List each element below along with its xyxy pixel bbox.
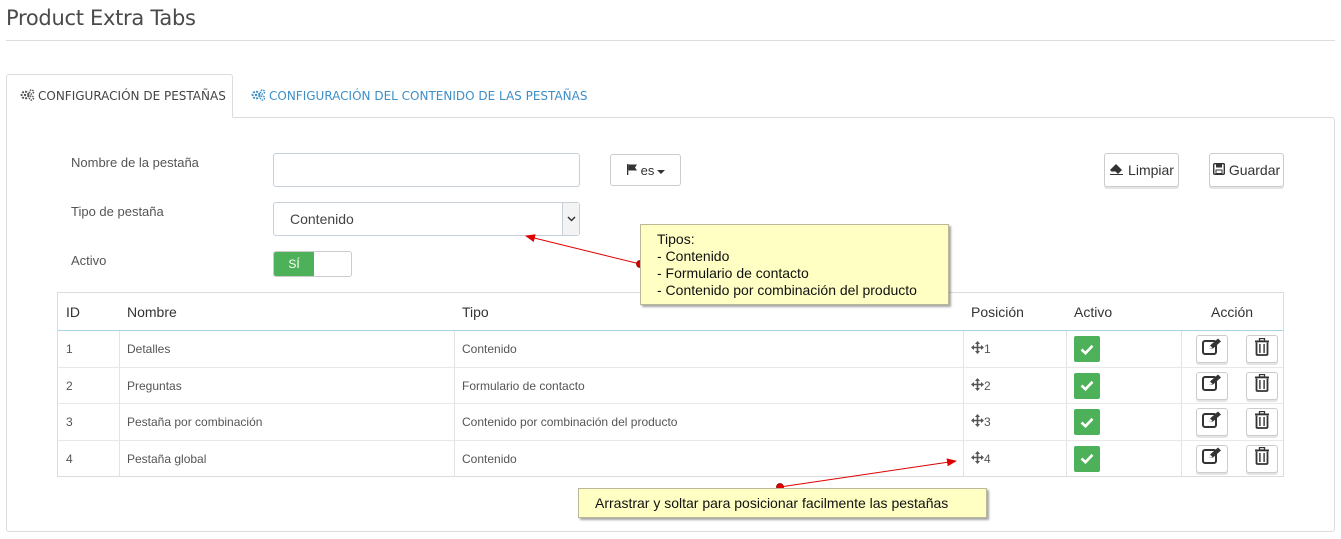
row-name: Preguntas — [127, 378, 182, 393]
row-position[interactable]: 2 — [971, 368, 991, 404]
header-action: Acción — [1211, 304, 1254, 320]
row-type: Contenido — [462, 342, 517, 356]
row-type: Contenido — [462, 451, 517, 466]
delete-button[interactable] — [1246, 444, 1278, 473]
row-position-value: 1 — [984, 342, 991, 356]
header-type: Tipo — [462, 304, 489, 320]
row-position[interactable]: 1 — [971, 331, 991, 367]
header-name: Nombre — [127, 304, 177, 320]
check-icon[interactable] — [1074, 445, 1100, 472]
flag-icon — [626, 163, 638, 178]
row-active[interactable] — [1074, 368, 1100, 404]
active-label: Activo — [71, 253, 107, 268]
check-icon[interactable] — [1074, 336, 1100, 362]
delete-button[interactable] — [1246, 335, 1278, 363]
note-line: Tipos: — [657, 231, 695, 247]
check-icon[interactable] — [1074, 409, 1100, 435]
tab-tab-configuration[interactable]: CONFIGURACIÓN DE PESTAÑAS — [6, 74, 233, 118]
edit-button[interactable] — [1196, 408, 1228, 436]
row-position[interactable]: 4 — [971, 441, 991, 477]
row-type: Contenido por combinación del producto — [462, 415, 678, 429]
row-name: Pestaña global — [127, 451, 207, 466]
table-row[interactable]: 3 Pestaña por combinación Contenido por … — [58, 404, 1283, 441]
language-dropdown-button[interactable]: es — [610, 154, 681, 186]
title-divider — [6, 40, 1335, 41]
row-active[interactable] — [1074, 404, 1100, 440]
note-line: - Contenido — [657, 248, 730, 264]
clear-button-label: Limpiar — [1128, 162, 1174, 178]
row-active[interactable] — [1074, 441, 1100, 477]
trash-icon — [1254, 410, 1270, 434]
tab-label: CONFIGURACIÓN DE PESTAÑAS — [38, 89, 226, 103]
page-title: Product Extra Tabs — [6, 6, 196, 30]
row-name: Pestaña por combinación — [127, 415, 263, 429]
move-icon[interactable] — [971, 341, 984, 357]
caret-down-icon — [657, 163, 666, 178]
table-row[interactable]: 4 Pestaña global Contenido 4 — [58, 441, 1283, 478]
gears-icon — [251, 88, 266, 104]
edit-button[interactable] — [1196, 444, 1228, 473]
language-code: es — [640, 162, 655, 178]
check-icon[interactable] — [1074, 372, 1100, 399]
tab-type-selected-value: Contenido — [290, 211, 354, 227]
row-id: 4 — [66, 451, 73, 466]
row-name: Detalles — [127, 342, 171, 356]
table-row[interactable]: 2 Preguntas Formulario de contacto 2 — [58, 368, 1283, 404]
row-position-value: 3 — [984, 415, 991, 429]
note-line: - Contenido por combinación del producto — [657, 282, 917, 298]
tab-bar: CONFIGURACIÓN DE PESTAÑAS CONFIGURACIÓN … — [6, 74, 1335, 118]
move-icon[interactable] — [971, 450, 984, 467]
note-line: - Formulario de contacto — [657, 265, 809, 281]
trash-icon — [1254, 373, 1270, 397]
move-icon[interactable] — [971, 414, 984, 430]
eraser-icon — [1109, 162, 1124, 178]
drag-annotation-note: Arrastrar y soltar para posicionar facil… — [578, 488, 987, 518]
tab-name-label: Nombre de la pestaña — [71, 155, 199, 170]
trash-icon — [1254, 446, 1270, 470]
save-button-label: Guardar — [1228, 162, 1281, 178]
row-id: 3 — [66, 415, 73, 429]
note-text: Arrastrar y soltar para posicionar facil… — [595, 495, 949, 511]
row-position[interactable]: 3 — [971, 404, 991, 440]
active-toggle[interactable]: SÍ — [273, 251, 352, 277]
header-id: ID — [66, 304, 80, 320]
gears-icon — [20, 88, 35, 104]
delete-button[interactable] — [1246, 408, 1278, 436]
trash-icon — [1254, 337, 1270, 361]
active-toggle-on: SÍ — [274, 252, 314, 276]
save-icon — [1212, 162, 1225, 178]
save-button[interactable]: Guardar — [1209, 153, 1284, 187]
row-type: Formulario de contacto — [462, 378, 585, 393]
edit-button[interactable] — [1196, 371, 1228, 400]
edit-icon — [1202, 411, 1222, 434]
row-id: 1 — [66, 342, 73, 356]
tab-type-label: Tipo de pestaña — [71, 204, 164, 219]
tab-type-select[interactable]: Contenido — [273, 202, 580, 236]
row-position-value: 4 — [984, 451, 991, 466]
edit-icon — [1202, 374, 1222, 397]
row-position-value: 2 — [984, 378, 991, 393]
types-annotation-note: Tipos: - Contenido - Formulario de conta… — [640, 224, 949, 305]
row-active[interactable] — [1074, 331, 1100, 367]
header-position: Posición — [971, 304, 1024, 320]
chevron-down-icon — [562, 203, 579, 235]
edit-icon — [1202, 338, 1222, 361]
edit-icon — [1202, 447, 1222, 470]
move-icon[interactable] — [971, 377, 984, 394]
tab-name-input[interactable] — [273, 153, 580, 187]
delete-button[interactable] — [1246, 371, 1278, 400]
row-id: 2 — [66, 378, 73, 393]
clear-button[interactable]: Limpiar — [1104, 153, 1179, 187]
header-active: Activo — [1074, 304, 1113, 320]
tabs-table: ID Nombre Tipo Posición Activo Acción 1 … — [57, 292, 1284, 477]
tab-label: CONFIGURACIÓN DEL CONTENIDO DE LAS PESTA… — [269, 89, 588, 103]
table-row[interactable]: 1 Detalles Contenido 1 — [58, 331, 1283, 368]
edit-button[interactable] — [1196, 335, 1228, 363]
tab-content-configuration[interactable]: CONFIGURACIÓN DEL CONTENIDO DE LAS PESTA… — [251, 74, 587, 118]
